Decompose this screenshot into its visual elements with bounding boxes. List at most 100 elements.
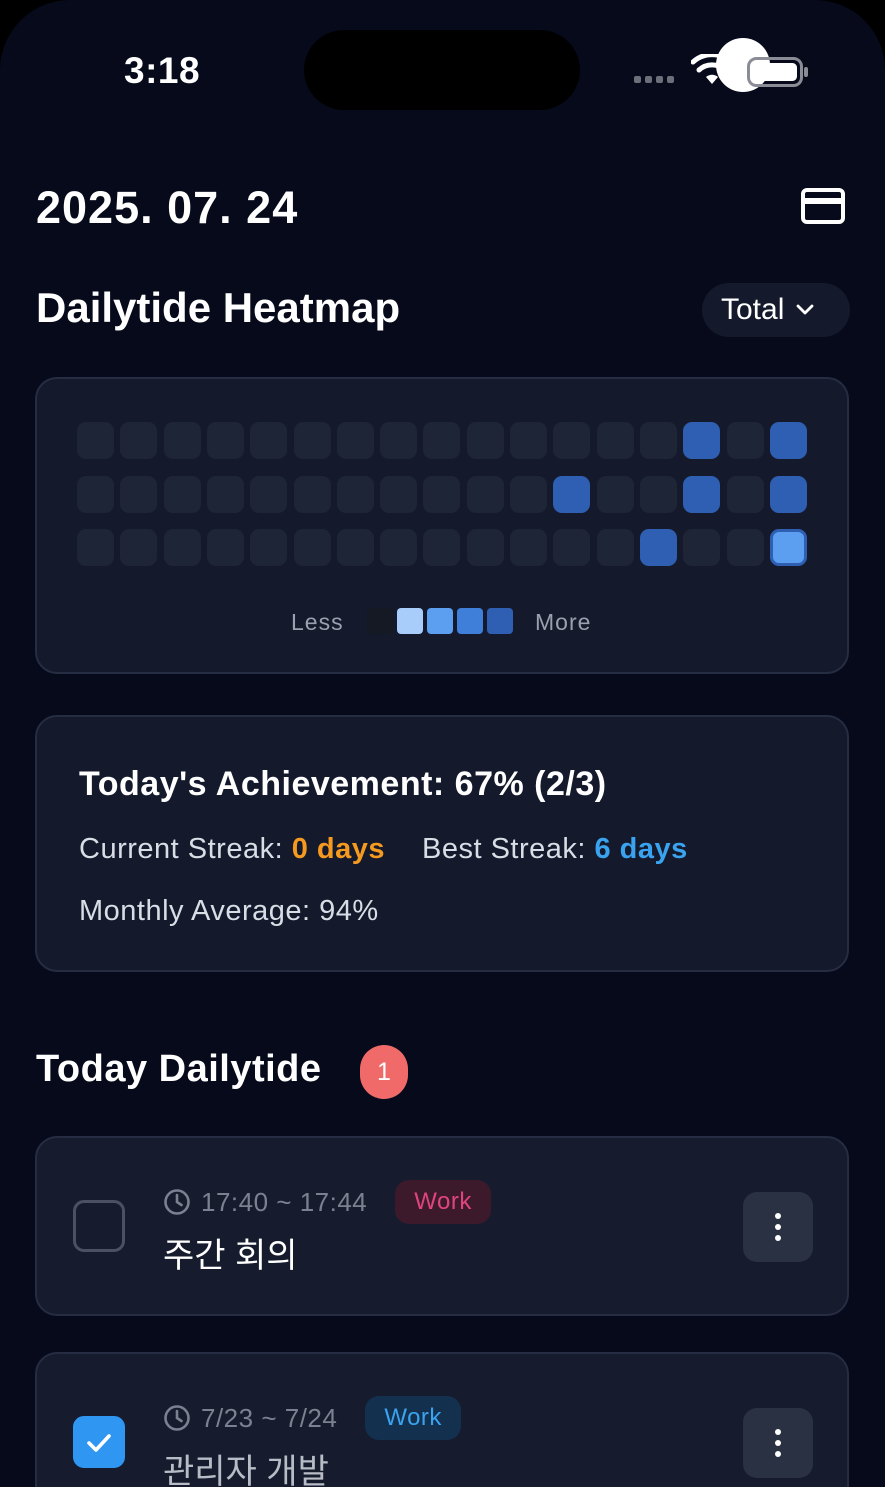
dynamic-island — [304, 30, 770, 110]
heatmap-cell[interactable] — [77, 476, 114, 513]
phone-screen: 3:18 2025. 07. 24 Dailytide Heatmap Tota… — [0, 0, 885, 1487]
heatmap-panel: Less More — [35, 377, 849, 674]
achievement-panel: Today's Achievement: 67% (2/3) Current S… — [35, 715, 849, 972]
heatmap-cell[interactable] — [207, 529, 244, 566]
task-checkbox-checked[interactable] — [73, 1416, 125, 1468]
achievement-title: Today's Achievement: 67% (2/3) — [79, 765, 607, 803]
heatmap-cell[interactable] — [380, 529, 417, 566]
task-tag: Work — [395, 1180, 491, 1224]
heatmap-cell[interactable] — [727, 422, 764, 459]
wifi-icon — [691, 54, 733, 84]
heatmap-cell[interactable] — [553, 422, 590, 459]
legend-swatch-2 — [427, 608, 453, 634]
task-card[interactable]: 17:40 ~ 17:44 Work 주간 회의 — [35, 1136, 849, 1316]
task-more-button[interactable] — [743, 1408, 813, 1478]
heatmap-cell[interactable] — [597, 529, 634, 566]
task-more-button[interactable] — [743, 1192, 813, 1262]
heatmap-title: Dailytide Heatmap — [36, 284, 401, 331]
heatmap-cell[interactable] — [164, 422, 201, 459]
checkmark-icon — [87, 1434, 111, 1452]
task-card[interactable]: 7/23 ~ 7/24 Work 관리자 개발 — [35, 1352, 849, 1487]
heatmap-cell[interactable] — [164, 476, 201, 513]
task-meta: 17:40 ~ 17:44 Work — [163, 1180, 491, 1224]
task-time: 7/23 ~ 7/24 — [201, 1402, 338, 1433]
heatmap-cell[interactable] — [294, 476, 331, 513]
status-bar: 3:18 — [0, 0, 885, 130]
heatmap-cell[interactable] — [597, 422, 634, 459]
heatmap-cell[interactable] — [553, 529, 590, 566]
heatmap-cell[interactable] — [640, 529, 677, 566]
heatmap-cell[interactable] — [77, 422, 114, 459]
heatmap-cell[interactable] — [250, 476, 287, 513]
heatmap-cell[interactable] — [467, 476, 504, 513]
heatmap-cell[interactable] — [640, 422, 677, 459]
task-title: 관리자 개발 — [163, 1453, 329, 1487]
heatmap-cell[interactable] — [207, 476, 244, 513]
task-checkbox[interactable] — [73, 1200, 125, 1252]
task-time: 17:40 ~ 17:44 — [201, 1186, 368, 1217]
battery-icon — [747, 57, 808, 87]
heatmap-filter-dropdown[interactable]: Total — [702, 283, 850, 337]
cellular-signal-icon — [634, 76, 674, 83]
heatmap-filter-label: Total — [721, 293, 785, 326]
heatmap-cell[interactable] — [120, 476, 157, 513]
clock-icon — [164, 1189, 190, 1215]
legend-less-label: Less — [291, 609, 344, 635]
current-streak-label: Current Streak: — [79, 833, 292, 865]
streak-row: Current Streak: 0 days Best Streak: 6 day… — [79, 833, 688, 866]
clock-icon — [164, 1405, 190, 1431]
heatmap-cell[interactable] — [250, 422, 287, 459]
current-streak-value: 0 days — [291, 833, 385, 865]
heatmap-cell[interactable] — [770, 529, 807, 566]
chevron-down-icon — [796, 304, 814, 315]
best-streak-value: 6 days — [594, 833, 688, 865]
heatmap-cell[interactable] — [337, 476, 374, 513]
heatmap-cell[interactable] — [683, 422, 720, 459]
heatmap-legend: Less More — [37, 605, 851, 635]
heatmap-cell[interactable] — [380, 422, 417, 459]
legend-more-label: More — [535, 609, 592, 635]
today-section-title: Today Dailytide — [36, 1048, 322, 1090]
heatmap-cell[interactable] — [120, 529, 157, 566]
heatmap-cell[interactable] — [640, 476, 677, 513]
credit-card-icon[interactable] — [800, 187, 846, 225]
heatmap-cell[interactable] — [337, 529, 374, 566]
more-dot-icon — [775, 1213, 781, 1219]
heatmap-cell[interactable] — [553, 476, 590, 513]
best-streak-label: Best Streak: — [421, 833, 595, 865]
heatmap-cell[interactable] — [510, 529, 547, 566]
status-time: 3:18 — [124, 50, 201, 91]
heatmap-cell[interactable] — [120, 422, 157, 459]
legend-swatch-0 — [367, 608, 393, 634]
task-title: 주간 회의 — [163, 1237, 298, 1275]
heatmap-cell[interactable] — [770, 476, 807, 513]
more-dot-icon — [775, 1429, 781, 1435]
heatmap-cell[interactable] — [380, 476, 417, 513]
task-tag: Work — [365, 1396, 461, 1440]
heatmap-cell[interactable] — [77, 529, 114, 566]
heatmap-cell[interactable] — [510, 476, 547, 513]
heatmap-cell[interactable] — [770, 422, 807, 459]
heatmap-cell[interactable] — [727, 529, 764, 566]
legend-swatch-1 — [397, 608, 423, 634]
heatmap-cell[interactable] — [164, 529, 201, 566]
heatmap-cell[interactable] — [294, 529, 331, 566]
heatmap-cell[interactable] — [423, 476, 460, 513]
monthly-average: Monthly Average: 94% — [79, 895, 379, 927]
heatmap-cell[interactable] — [423, 422, 460, 459]
task-meta: 7/23 ~ 7/24 Work — [163, 1396, 461, 1440]
today-count-badge: 1 — [360, 1045, 408, 1099]
heatmap-cell[interactable] — [683, 476, 720, 513]
legend-swatch-4 — [487, 608, 513, 634]
heatmap-cell[interactable] — [423, 529, 460, 566]
heatmap-cell[interactable] — [683, 529, 720, 566]
heatmap-cell[interactable] — [250, 529, 287, 566]
heatmap-cell[interactable] — [207, 422, 244, 459]
heatmap-cell[interactable] — [467, 529, 504, 566]
heatmap-cell[interactable] — [467, 422, 504, 459]
heatmap-cell[interactable] — [294, 422, 331, 459]
heatmap-cell[interactable] — [337, 422, 374, 459]
heatmap-cell[interactable] — [510, 422, 547, 459]
heatmap-cell[interactable] — [727, 476, 764, 513]
heatmap-cell[interactable] — [597, 476, 634, 513]
